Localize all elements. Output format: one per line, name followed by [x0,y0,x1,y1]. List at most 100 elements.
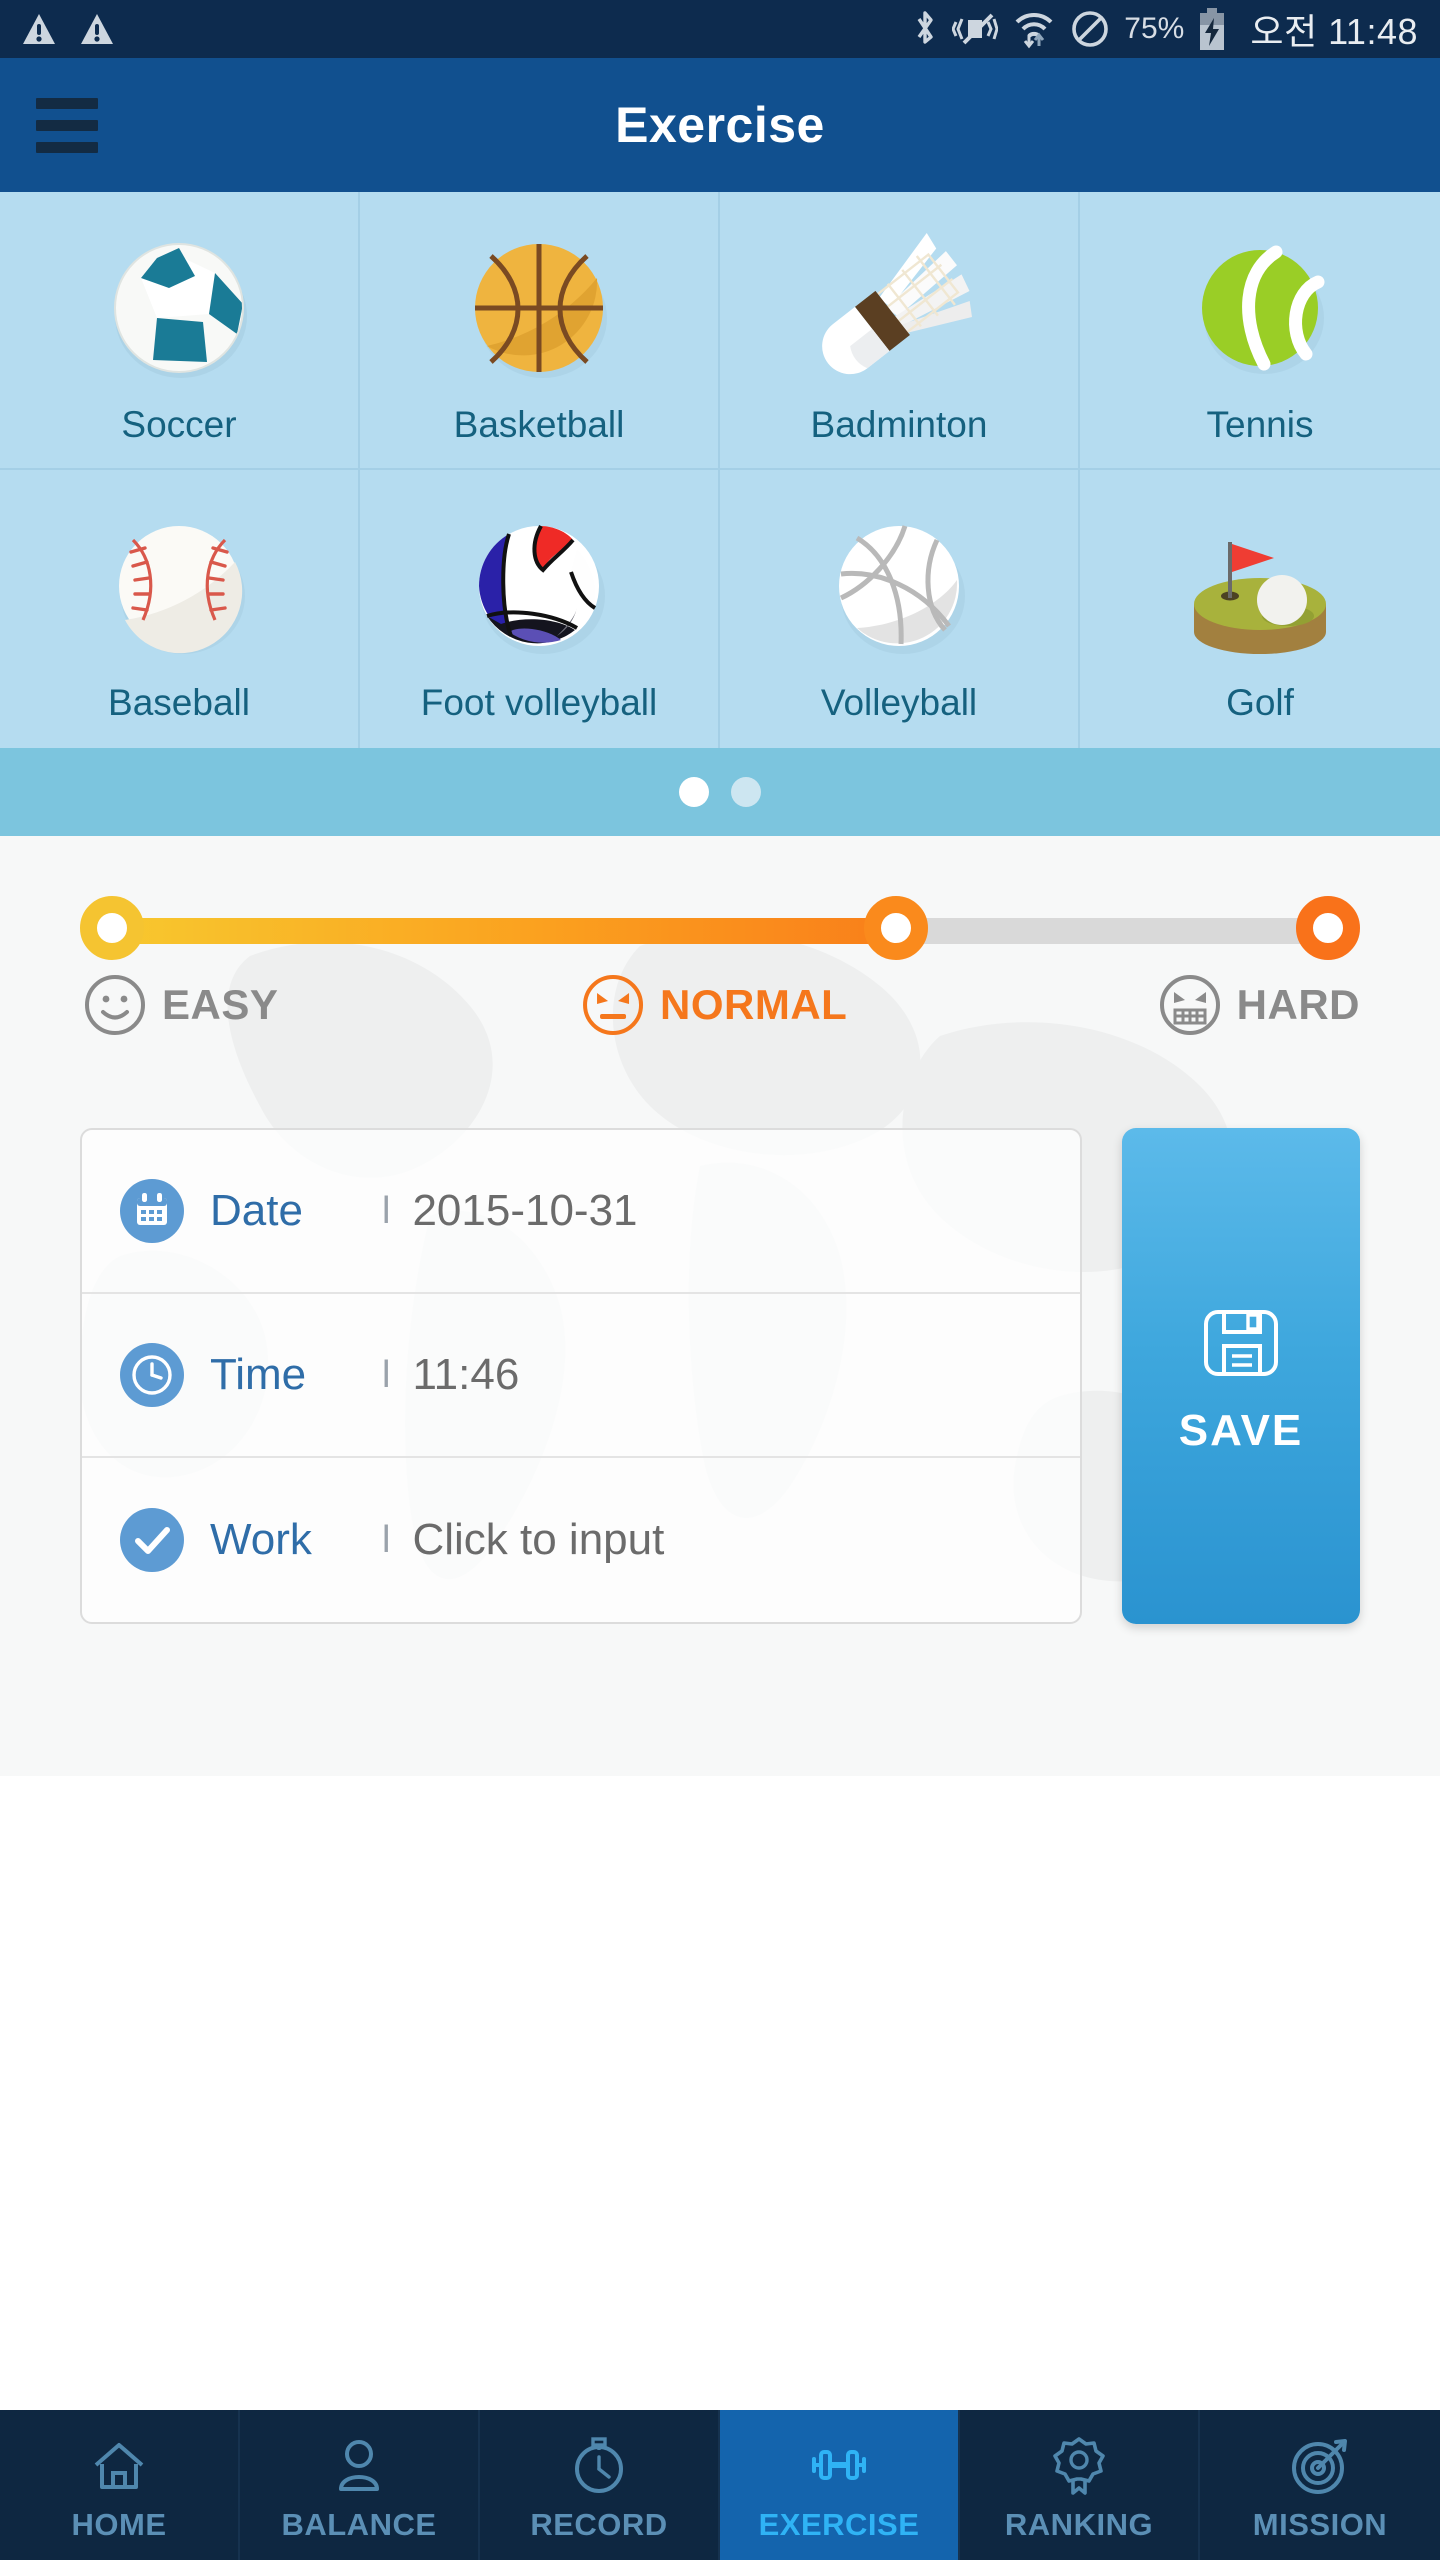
shuttlecock-icon [817,226,981,390]
difficulty-option-hard[interactable]: HARD [1159,974,1360,1036]
angry-face-icon [582,974,644,1036]
sport-item-basketball[interactable]: Basketball [360,192,720,470]
form-row-label: Time [210,1350,307,1399]
sport-label: Golf [1226,682,1294,723]
nav-label: RECORD [530,2507,668,2542]
slider-knob-normal[interactable] [863,896,928,960]
foot-volleyball-icon [457,504,621,668]
nav-label: MISSION [1252,2507,1388,2542]
smiley-face-icon [84,974,146,1036]
sport-label: Baseball [108,682,250,723]
status-bar-right-icons: 75% 오전 11:48 [912,3,1418,55]
basketball-icon [457,226,621,390]
nav-item-home[interactable]: HOME [0,2410,240,2560]
sports-grid: Soccer Basketball Badminton Tennis Baseb… [0,192,1440,748]
date-value: 2015-10-31 [412,1186,638,1235]
stopwatch-icon [566,2433,632,2499]
difficulty-label: HARD [1236,981,1360,1028]
sport-label: Volleyball [820,682,978,723]
sport-label: Foot volleyball [420,682,658,723]
hamburger-bar [36,119,98,131]
warning-triangle-icon [22,13,56,45]
slider-knob-hard[interactable] [1296,896,1360,960]
difficulty-slider[interactable] [80,896,1360,960]
calendar-icon [120,1179,184,1243]
save-button[interactable]: SAVE [1122,1128,1360,1624]
baseball-icon [97,504,261,668]
time-value: 11:46 [412,1350,520,1399]
medal-ribbon-icon [1046,2433,1112,2499]
check-circle-icon [120,1508,184,1572]
hamburger-bar [36,97,98,109]
form-row-time[interactable]: Time l 11:46 [82,1294,1080,1458]
difficulty-label: NORMAL [660,981,848,1028]
form-row-date[interactable]: Date l 2015-10-31 [82,1130,1080,1294]
form-row-work[interactable]: Work l Click to input [82,1458,1080,1622]
sport-item-tennis[interactable]: Tennis [1080,192,1440,470]
save-button-label: SAVE [1178,1406,1304,1455]
difficulty-option-normal[interactable]: NORMAL [582,974,847,1036]
battery-charging-icon [1198,8,1226,50]
carousel-pagination [0,748,1440,836]
slider-track-fill [102,918,896,944]
nav-label: RANKING [1004,2507,1154,2542]
pagination-dot-inactive[interactable] [731,777,761,807]
form-row-separator: l [382,1189,391,1232]
form-row-label: Work [210,1515,312,1564]
status-bar-clock: 오전 11:48 [1250,11,1418,52]
status-bar-left-icons [22,13,114,45]
nav-item-mission[interactable]: MISSION [1200,2410,1440,2560]
sports-selector: Soccer Basketball Badminton Tennis Baseb… [0,192,1440,748]
app-bar: Exercise [0,58,1440,192]
hamburger-bar [36,141,98,153]
nav-label: BALANCE [281,2507,437,2542]
entry-form-area: Date l 2015-10-31 Time l 11:46 Work l Cl… [0,1058,1440,1624]
pagination-dot-active[interactable] [679,777,709,807]
bluetooth-icon [912,9,938,49]
sport-label: Tennis [1206,404,1314,445]
form-row-label: Date [210,1186,303,1235]
nav-item-ranking[interactable]: RANKING [960,2410,1200,2560]
person-icon [326,2433,392,2499]
difficulty-labels: EASY NORMAL HARD [80,974,1360,1058]
golf-green-icon [1178,504,1342,668]
clock-icon [120,1343,184,1407]
sport-item-volleyball[interactable]: Volleyball [720,470,1080,748]
volleyball-icon [817,504,981,668]
slider-knob-easy[interactable] [80,896,144,960]
wifi-data-icon [1012,9,1056,49]
bottom-navigation-bar: HOME BALANCE RECORD EXERCISE RANKING MIS… [0,2410,1440,2560]
nav-label: HOME [71,2507,167,2542]
sport-item-golf[interactable]: Golf [1080,470,1440,748]
status-bar: 75% 오전 11:48 [0,0,1440,58]
nav-item-record[interactable]: RECORD [480,2410,720,2560]
difficulty-label: EASY [162,981,279,1028]
hamburger-menu-icon[interactable] [36,97,98,153]
work-value-placeholder: Click to input [412,1515,665,1564]
form-row-separator: l [382,1518,391,1561]
battery-percent-label: 75% [1124,12,1185,45]
sport-item-badminton[interactable]: Badminton [720,192,1080,470]
sport-label: Basketball [453,404,625,445]
sport-label: Badminton [810,404,988,445]
floppy-disk-icon [1194,1296,1288,1390]
exercise-entry-panel: EASY NORMAL HARD Date l 2015-10-31 Time … [0,836,1440,1776]
soccer-ball-icon [97,226,261,390]
target-arrow-icon [1287,2433,1353,2499]
warning-triangle-icon [80,13,114,45]
difficulty-option-easy[interactable]: EASY [84,974,278,1036]
entry-form-card: Date l 2015-10-31 Time l 11:46 Work l Cl… [80,1128,1082,1624]
sport-item-baseball[interactable]: Baseball [0,470,360,748]
vibrate-off-icon [952,10,999,48]
nav-label: EXERCISE [758,2507,920,2542]
page-title: Exercise [615,97,825,153]
sport-item-soccer[interactable]: Soccer [0,192,360,470]
sport-label: Soccer [121,404,237,445]
house-icon [86,2433,152,2499]
nav-item-exercise[interactable]: EXERCISE [720,2410,960,2560]
nav-item-balance[interactable]: BALANCE [240,2410,480,2560]
difficulty-selector: EASY NORMAL HARD [0,836,1440,1058]
dumbbell-icon [806,2433,872,2499]
sport-item-foot-volleyball[interactable]: Foot volleyball [360,470,720,748]
tennis-ball-icon [1178,226,1342,390]
